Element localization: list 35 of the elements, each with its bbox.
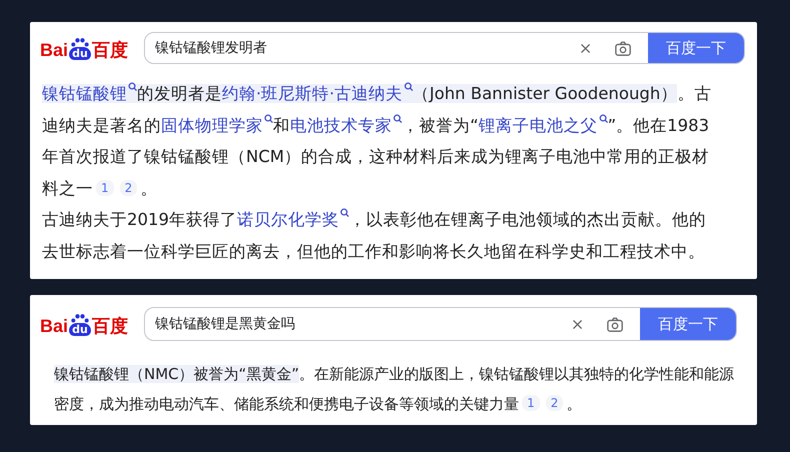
- keyword-link[interactable]: 约翰·班尼斯特·古迪纳夫: [222, 84, 412, 103]
- logo-text: 百度: [92, 40, 128, 60]
- logo-text: Bai: [40, 40, 68, 60]
- search-button[interactable]: 百度一下: [648, 33, 744, 63]
- search-icon: [393, 114, 402, 122]
- keyword-link[interactable]: 锂离子电池之父: [478, 116, 608, 134]
- answer-paragraph: 古迪纳夫于2019年获得了诺贝尔化学奖 ，以表彰他在锂离子电池领域的杰出贡献。他的去世标志着一位科学巨匠的离去，但他的工作和影响将长久地留在科学史和工程技术中。: [41, 207, 707, 262]
- close-icon[interactable]: [579, 42, 592, 54]
- keyword-link[interactable]: 电池技术专家: [290, 116, 402, 134]
- search-field[interactable]: 镍钴锰酸锂是黑黄金吗 百度一下: [144, 307, 737, 341]
- paw-toes-icon: [69, 36, 92, 46]
- keyword-link[interactable]: 诺贝尔化学奖: [237, 210, 349, 229]
- keyword-link[interactable]: 镍钴锰酸锂: [42, 84, 137, 103]
- logo-text: Bai: [40, 316, 68, 336]
- camera-icon[interactable]: [614, 40, 632, 56]
- search-icon: [128, 82, 137, 91]
- logo-mark: du: [69, 46, 91, 60]
- logo-text: 百度: [92, 316, 128, 336]
- citation-link[interactable]: 1: [522, 395, 540, 411]
- answer-paragraph: 镍钴锰酸锂 的发明者是约翰·班尼斯特·古迪纳夫 （John Bannister Goodenough）。古迪纳夫是著名的固体物理学家 和电池技术专家 ，被誉为“锂离子电池之父 ”。他在1983年首次报道了镍钴锰酸锂（NCM）的合成，这种材料后来成为锂离子电池中常用的正极材料之一 1 2 。: [41, 81, 712, 200]
- logo-mark: du: [69, 322, 91, 336]
- camera-icon[interactable]: [606, 316, 624, 332]
- search-field[interactable]: 镍钴锰酸锂发明者 百度一下: [144, 32, 745, 64]
- answer-paragraph: 镍钴锰酸锂（NMC）被誉为“黑黄金”。在新能源产业的版图上，镍钴锰酸锂以其独特的化学性能和能源密度，成为推动电动汽车、储能系统和便携电子设备等领域的关键力量 1 2 。: [53, 364, 736, 415]
- search-button[interactable]: 百度一下: [640, 308, 736, 340]
- citation-link[interactable]: 1: [96, 180, 114, 196]
- citation-link[interactable]: 2: [546, 395, 564, 411]
- keyword-link[interactable]: 固体物理学家: [161, 116, 273, 134]
- citation-link[interactable]: 2: [120, 180, 138, 196]
- search-icon: [340, 208, 349, 217]
- close-icon[interactable]: [571, 318, 584, 330]
- search-icon: [404, 82, 412, 91]
- paw-toes-icon: [69, 312, 92, 322]
- search-icon: [598, 114, 608, 122]
- search-icon: [264, 114, 273, 122]
